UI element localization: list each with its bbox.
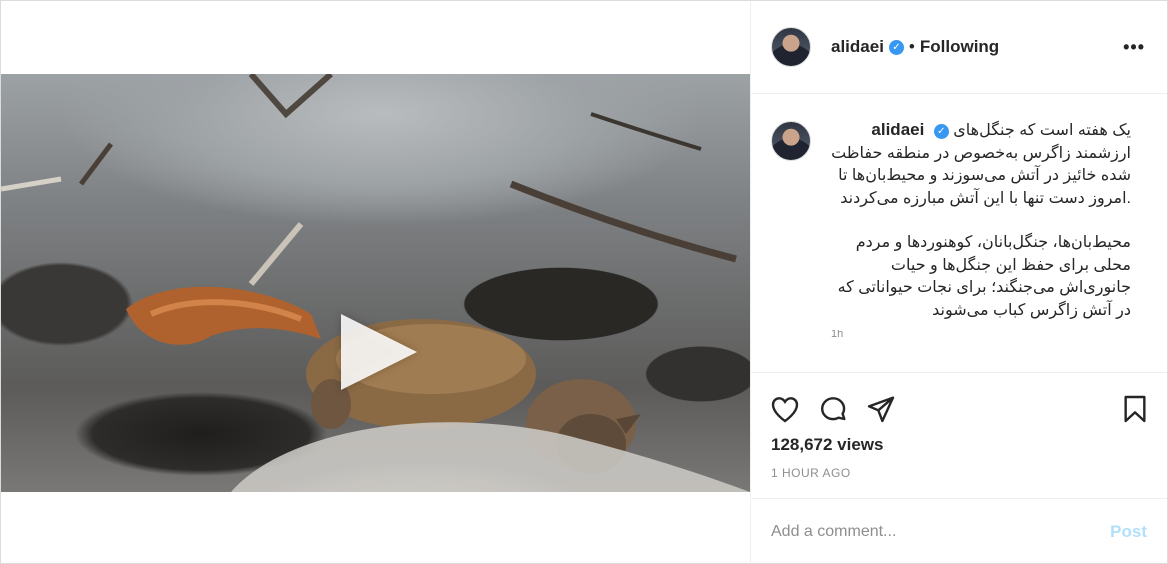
view-count[interactable]: 128,672 views [771, 435, 883, 455]
post-comment-button[interactable]: Post [1110, 522, 1147, 542]
post-timestamp[interactable]: 1 HOUR AGO [771, 466, 851, 480]
media-panel [1, 1, 750, 563]
comment-input[interactable] [771, 522, 1111, 541]
comment-icon[interactable] [817, 393, 849, 425]
caption-body: alidaei ✓ یک هفته است که جنگل‌های ارزشمن… [831, 119, 1131, 338]
caption-paragraph-1: alidaei ✓ یک هفته است که جنگل‌های ارزشمن… [831, 119, 1131, 210]
heart-icon[interactable] [769, 393, 801, 425]
comment-bar: Post [751, 498, 1167, 564]
post-header: alidaei ✓ • Following ••• [751, 1, 1167, 94]
video-player[interactable] [1, 74, 750, 492]
play-icon[interactable] [341, 314, 417, 390]
share-icon[interactable] [865, 393, 897, 425]
caption-avatar[interactable] [771, 121, 811, 161]
video-frame-scene [1, 74, 750, 492]
separator-dot: • [908, 37, 915, 56]
post-sidebar: alidaei ✓ • Following ••• alidaei ✓ یک ه… [750, 1, 1167, 563]
caption-time[interactable]: 1h [831, 330, 1131, 338]
bookmark-icon[interactable] [1119, 393, 1151, 425]
more-options-icon[interactable]: ••• [1123, 37, 1145, 58]
post-dialog: alidaei ✓ • Following ••• alidaei ✓ یک ه… [0, 0, 1168, 564]
verified-badge-icon: ✓ [933, 124, 949, 139]
caption-text-2: محیط‌بان‌ها، جنگل‌بانان، کوهنوردها و مرد… [837, 234, 1131, 319]
following-button[interactable]: Following [920, 37, 999, 57]
action-bar: 128,672 views 1 HOUR AGO [751, 372, 1167, 480]
caption-section: alidaei ✓ یک هفته است که جنگل‌های ارزشمن… [751, 94, 1167, 372]
verified-badge-icon: ✓ [888, 39, 904, 55]
caption-username[interactable]: alidaei [871, 120, 924, 139]
avatar[interactable] [771, 27, 811, 67]
header-username[interactable]: alidaei [831, 37, 884, 57]
